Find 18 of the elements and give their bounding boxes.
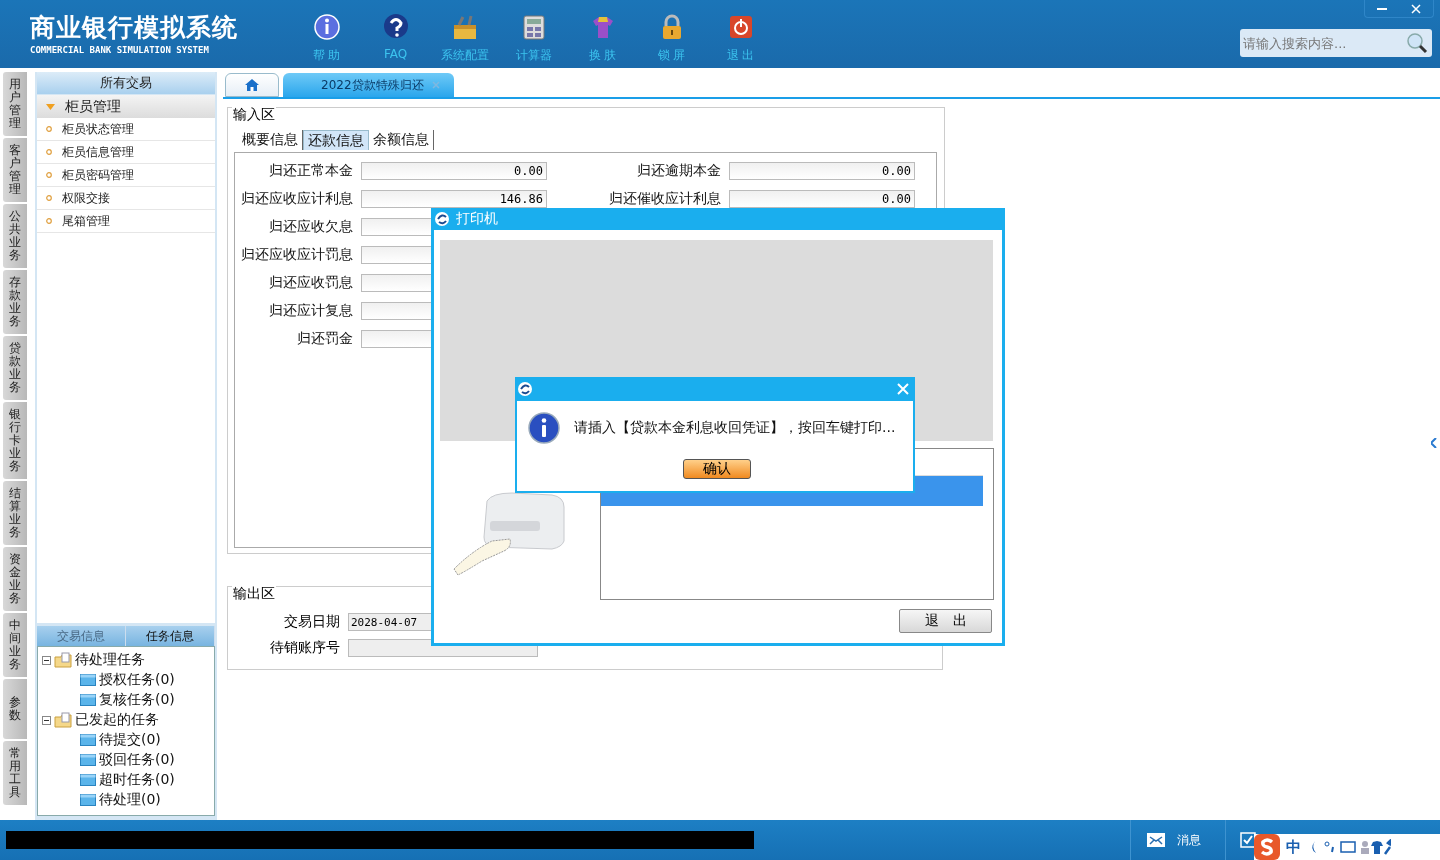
- sidebar-header: 所有交易: [37, 72, 215, 94]
- field-label: 归还应计复息: [268, 302, 353, 320]
- field-label: 交易日期: [283, 613, 340, 631]
- section-title: 输出区: [232, 585, 276, 603]
- field-label: 归还应收应计罚息: [240, 246, 353, 264]
- field-label: 归还罚金: [296, 330, 353, 348]
- app-subtitle: COMMERCIAL BANK SIMULATION SYSTEM: [30, 44, 210, 55]
- field-label: 归还应收欠息: [268, 218, 353, 236]
- app-title: 商业银行模拟系统: [30, 13, 239, 42]
- field-label: 归还正常本金: [268, 162, 353, 180]
- field-label: 待销账序号: [269, 639, 340, 657]
- field-label: 归还应收罚息: [268, 274, 353, 292]
- field-label: 归还应收应计利息: [240, 190, 353, 208]
- alert-message: 请插入【贷款本金利息收回凭证】，按回车键打印...: [574, 419, 896, 437]
- field-label: 归还催收应计利息: [608, 190, 721, 208]
- field-label: 归还逾期本金: [636, 162, 721, 180]
- dialog-title: 打印机: [456, 210, 498, 228]
- section-title: 输入区: [232, 106, 276, 124]
